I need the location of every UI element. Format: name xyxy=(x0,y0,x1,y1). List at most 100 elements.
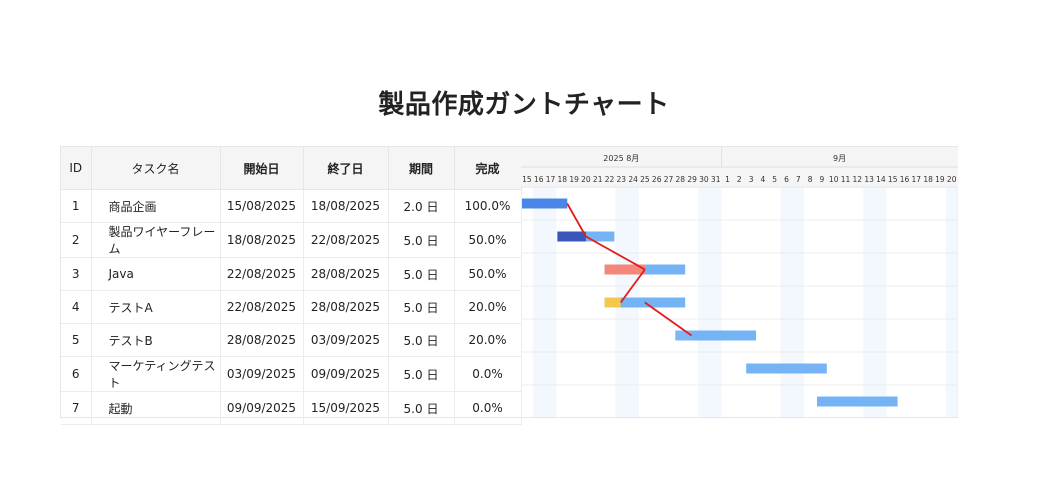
gantt-chart: 2025 8月 9月15 16 17 18 19 20 21 22 23 24 25 26 27 28 29 3… xyxy=(521,147,958,419)
task-duration[interactable]: 2.0 日 xyxy=(388,189,455,223)
task-duration[interactable]: 5.0 日 xyxy=(388,257,455,291)
task-end[interactable]: 22/08/2025 xyxy=(303,222,389,258)
task-name[interactable]: テストB xyxy=(91,323,221,357)
day-label: 8 xyxy=(808,175,813,184)
weekend-column xyxy=(698,187,710,417)
task-table: ID タスク名 開始日 終了日 期間 完成 1 商品企画 15/08/2025 … xyxy=(61,147,522,425)
day-label: 21 xyxy=(593,175,603,184)
task-progress[interactable]: 100.0% xyxy=(454,189,522,223)
day-label: 7 xyxy=(796,175,801,184)
day-label: 22 xyxy=(605,175,615,184)
task-progress[interactable]: 20.0% xyxy=(454,323,522,357)
column-header-end[interactable]: 終了日 xyxy=(303,147,389,190)
day-label: 15 xyxy=(522,175,532,184)
task-bar xyxy=(746,363,827,374)
table-row[interactable]: 6 マーケティングテスト 03/09/2025 09/09/2025 5.0 日… xyxy=(61,356,522,392)
table-row[interactable]: 7 起動 09/09/2025 15/09/2025 5.0 日 0.0% xyxy=(61,391,522,425)
task-name[interactable]: テストA xyxy=(91,290,221,324)
day-label: 18 xyxy=(923,175,933,184)
column-header-duration[interactable]: 期間 xyxy=(388,147,455,190)
day-label: 23 xyxy=(617,175,627,184)
task-id: 5 xyxy=(61,323,92,357)
task-duration[interactable]: 5.0 日 xyxy=(388,222,455,258)
task-end[interactable]: 03/09/2025 xyxy=(303,323,389,357)
task-end[interactable]: 28/08/2025 xyxy=(303,290,389,324)
task-name[interactable]: 商品企画 xyxy=(91,189,221,223)
day-label: 24 xyxy=(628,175,638,184)
day-label: 30 xyxy=(699,175,709,184)
day-label: 13 xyxy=(864,175,874,184)
task-progress-bar xyxy=(675,330,692,341)
day-label: 25 xyxy=(640,175,650,184)
task-duration[interactable]: 5.0 日 xyxy=(388,323,455,357)
task-id: 3 xyxy=(61,257,92,291)
page-title: 製品作成ガントチャート xyxy=(378,90,670,120)
weekend-column xyxy=(875,187,887,417)
day-label: 15 xyxy=(888,175,898,184)
task-name[interactable]: マーケティングテスト xyxy=(91,356,221,392)
task-progress[interactable]: 0.0% xyxy=(454,356,522,392)
gantt-grid: ID タスク名 開始日 終了日 期間 完成 1 商品企画 15/08/2025 … xyxy=(60,146,958,425)
column-header-start[interactable]: 開始日 xyxy=(220,147,304,190)
task-start[interactable]: 28/08/2025 xyxy=(220,323,304,357)
task-end[interactable]: 15/09/2025 xyxy=(303,391,389,425)
task-start[interactable]: 18/08/2025 xyxy=(220,222,304,258)
day-label: 2 xyxy=(737,175,742,184)
day-label: 27 xyxy=(664,175,674,184)
task-end[interactable]: 18/08/2025 xyxy=(303,189,389,223)
day-label: 4 xyxy=(761,175,766,184)
day-label: 28 xyxy=(676,175,686,184)
task-name[interactable]: 製品ワイヤーフレーム xyxy=(91,222,221,258)
task-progress[interactable]: 0.0% xyxy=(454,391,522,425)
task-name[interactable]: 起動 xyxy=(91,391,221,425)
task-progress[interactable]: 50.0% xyxy=(454,222,522,258)
task-progress[interactable]: 50.0% xyxy=(454,257,522,291)
column-header-progress[interactable]: 完成 xyxy=(454,147,522,190)
table-row[interactable]: 2 製品ワイヤーフレーム 18/08/2025 22/08/2025 5.0 日… xyxy=(61,222,522,258)
day-label: 18 xyxy=(558,175,568,184)
task-start[interactable]: 09/09/2025 xyxy=(220,391,304,425)
weekend-column xyxy=(544,187,557,417)
task-progress[interactable]: 20.0% xyxy=(454,290,522,324)
day-label: 11 xyxy=(841,175,851,184)
task-end[interactable]: 09/09/2025 xyxy=(303,356,389,392)
column-header-id[interactable]: ID xyxy=(61,147,92,190)
task-duration[interactable]: 5.0 日 xyxy=(388,356,455,392)
column-header-name[interactable]: タスク名 xyxy=(91,147,221,190)
table-row[interactable]: 3 Java 22/08/2025 28/08/2025 5.0 日 50.0% xyxy=(61,257,522,291)
day-label: 29 xyxy=(687,175,697,184)
day-label: 16 xyxy=(900,175,910,184)
task-progress-bar xyxy=(604,297,621,308)
task-id: 6 xyxy=(61,356,92,392)
task-id: 7 xyxy=(61,391,92,425)
day-label: 12 xyxy=(853,175,863,184)
day-label: 6 xyxy=(784,175,789,184)
day-label: 19 xyxy=(569,175,579,184)
day-label: 31 xyxy=(711,175,721,184)
day-label: 3 xyxy=(749,175,754,184)
task-name[interactable]: Java xyxy=(91,257,221,291)
table-row[interactable]: 1 商品企画 15/08/2025 18/08/2025 2.0 日 100.0… xyxy=(61,189,522,223)
month-label: 2025 8月 xyxy=(603,154,639,163)
task-start[interactable]: 03/09/2025 xyxy=(220,356,304,392)
table-row[interactable]: 5 テストB 28/08/2025 03/09/2025 5.0 日 20.0% xyxy=(61,323,522,357)
day-label: 5 xyxy=(772,175,777,184)
task-start[interactable]: 22/08/2025 xyxy=(220,257,304,291)
weekend-column xyxy=(709,187,722,417)
table-row[interactable]: 4 テストA 22/08/2025 28/08/2025 5.0 日 20.0% xyxy=(61,290,522,324)
task-progress-bar xyxy=(522,198,568,209)
day-label: 10 xyxy=(829,175,839,184)
task-start[interactable]: 22/08/2025 xyxy=(220,290,304,324)
task-bar xyxy=(817,396,898,407)
task-end[interactable]: 28/08/2025 xyxy=(303,257,389,291)
weekend-column xyxy=(792,187,805,417)
day-label: 26 xyxy=(652,175,662,184)
task-duration[interactable]: 5.0 日 xyxy=(388,290,455,324)
task-id: 1 xyxy=(61,189,92,223)
gantt-chart-area: 2025 8月 9月 15 16 17 18 19 20 21 22 23 24 25 26 27 28 29 3… xyxy=(521,147,958,419)
task-id: 4 xyxy=(61,290,92,324)
task-id: 2 xyxy=(61,222,92,258)
task-start[interactable]: 15/08/2025 xyxy=(220,189,304,223)
task-duration[interactable]: 5.0 日 xyxy=(388,391,455,425)
day-label: 20 xyxy=(581,175,591,184)
